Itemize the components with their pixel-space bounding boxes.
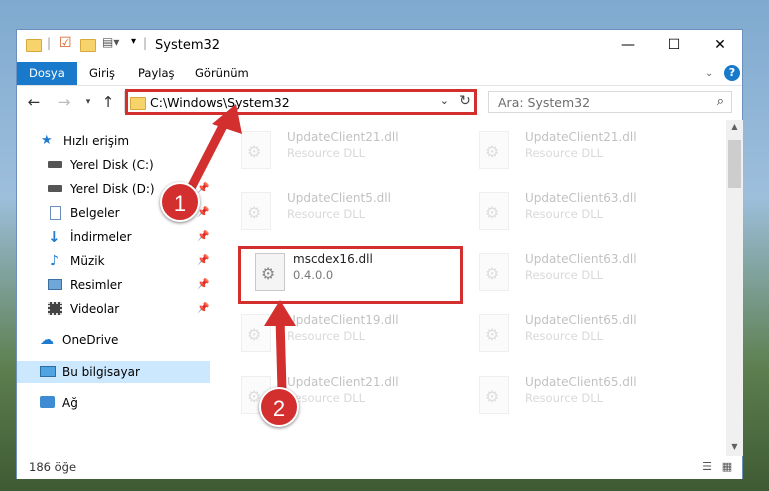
- step-badge-2: 2: [259, 387, 299, 427]
- arrow-1-shaft: [185, 115, 231, 195]
- step-badge-1: 1: [160, 182, 200, 222]
- arrow-2-head: [264, 300, 296, 326]
- annotation-arrows: [185, 104, 296, 395]
- arrow-2-shaft: [275, 313, 287, 395]
